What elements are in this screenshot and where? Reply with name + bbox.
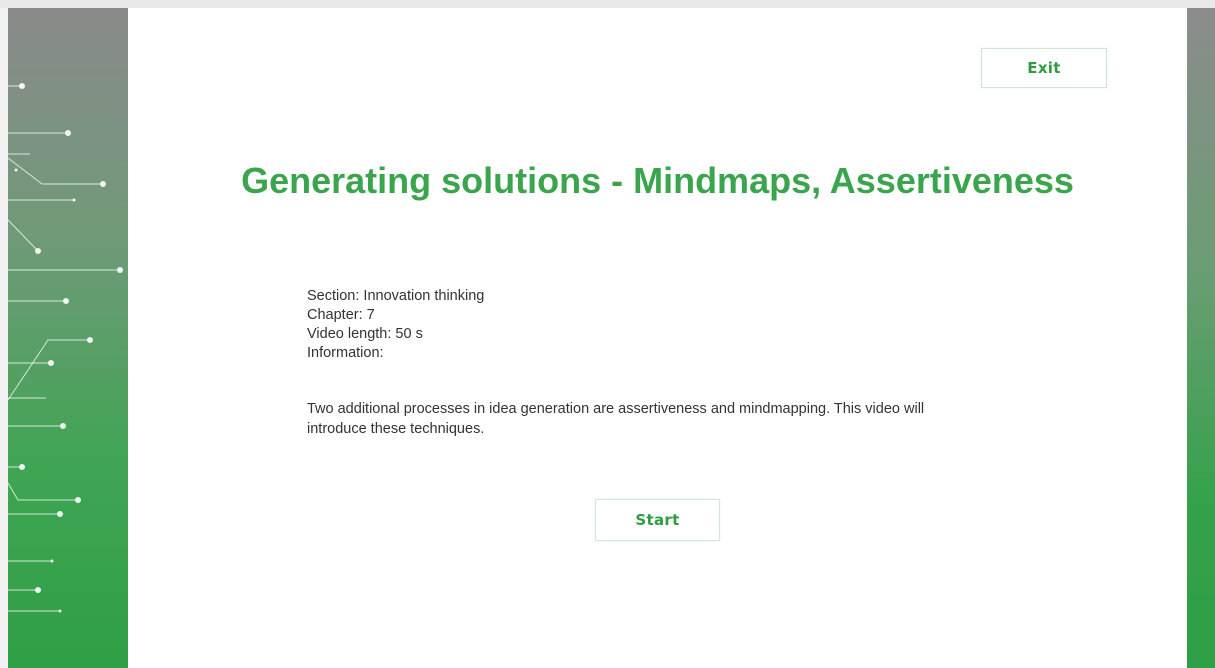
page: Exit Generating solutions - Mindmaps, As… — [0, 0, 1215, 668]
video-length-label: Video length: 50 s — [307, 326, 423, 342]
chapter-label: Chapter: 7 — [307, 307, 375, 323]
right-decorative-panel — [1187, 8, 1215, 668]
circuit-pattern-graphic — [8, 83, 123, 613]
page-title: Generating solutions - Mindmaps, Asserti… — [241, 160, 1074, 201]
information-label: Information: — [307, 345, 384, 361]
circuit-pattern-icon — [8, 8, 128, 668]
start-button[interactable]: Start — [595, 499, 720, 541]
video-details: Section: Innovation thinking Chapter: 7 … — [307, 287, 1007, 363]
top-strip — [0, 0, 1215, 8]
section-label: Section: Innovation thinking — [307, 288, 485, 304]
left-edge — [0, 8, 8, 668]
main-content: Exit Generating solutions - Mindmaps, As… — [128, 8, 1187, 668]
video-description: Two additional processes in idea generat… — [307, 401, 925, 437]
exit-button[interactable]: Exit — [981, 48, 1107, 88]
